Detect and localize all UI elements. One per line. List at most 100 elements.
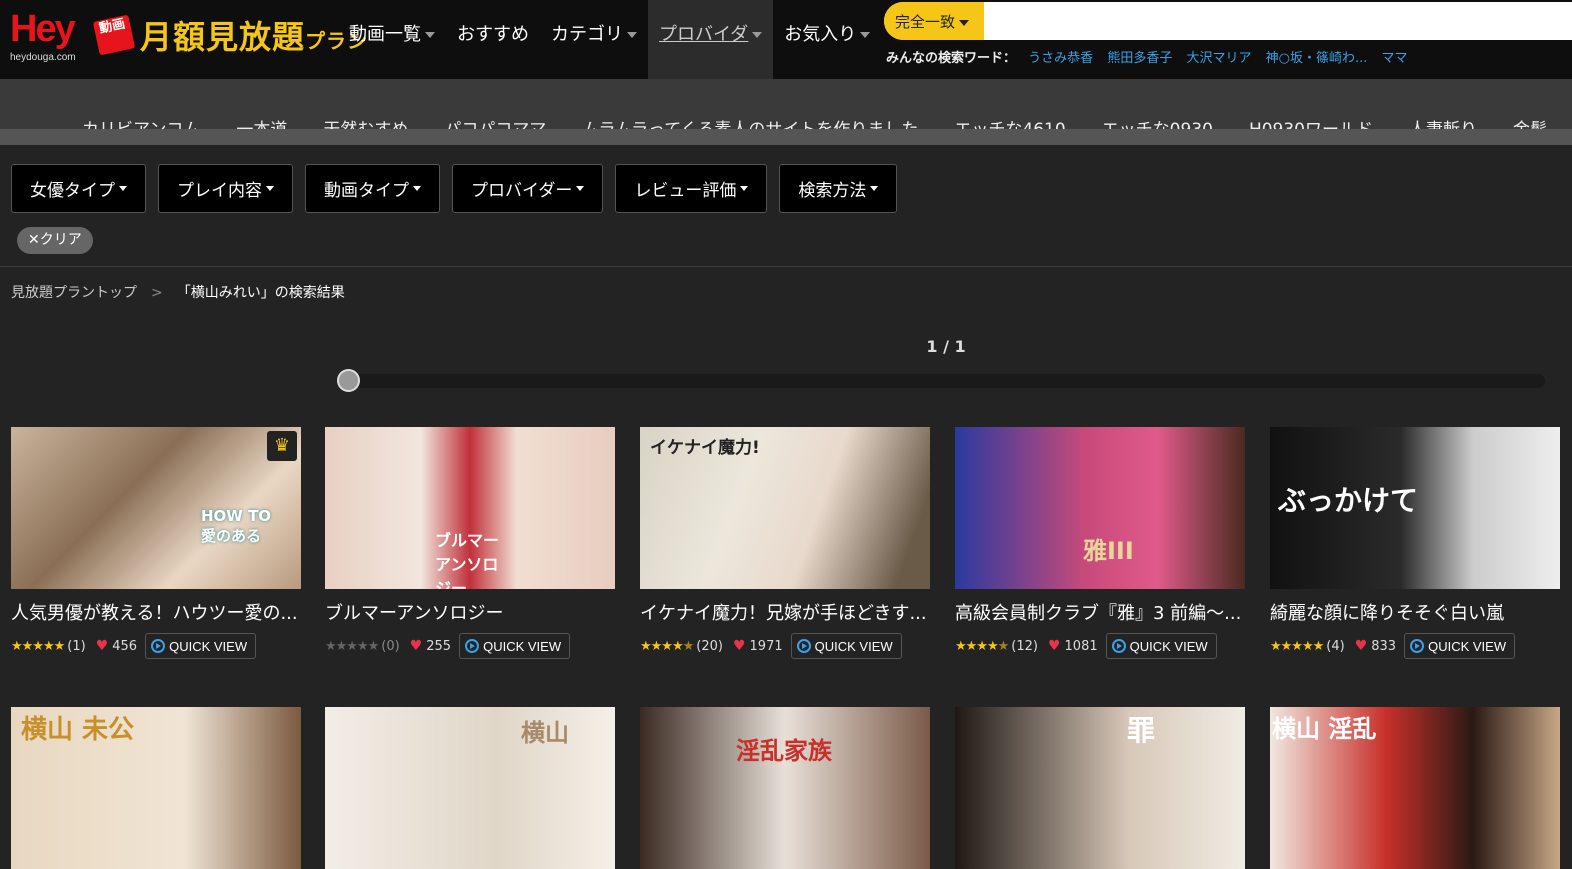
filter-label: レビュー評価 <box>634 181 737 201</box>
video-title[interactable]: ブルマーアンソロジー <box>325 599 615 625</box>
heart-icon[interactable]: ♥ <box>733 638 746 654</box>
search-mode-select[interactable]: 完全一致 <box>884 2 984 40</box>
chevron-down-icon <box>959 19 970 26</box>
filter-review-rating[interactable]: レビュー評価 <box>615 164 768 213</box>
nav-item-favorites[interactable]: お気入り <box>773 0 881 79</box>
video-thumbnail[interactable]: ブルマー アンソロジー <box>325 427 615 589</box>
video-title[interactable]: 高級会員制クラブ『雅』3 前編～... <box>955 599 1245 625</box>
video-card[interactable]: イケナイ魔力! イケナイ魔力！兄嫁が手ほどきす... ★★★★★ (20) ♥ … <box>640 427 930 659</box>
popular-word-link[interactable]: 神○坂・篠崎わ... <box>1266 51 1368 66</box>
thumbnail-caption: イケナイ魔力! <box>650 438 760 458</box>
review-count: (4) <box>1326 638 1345 654</box>
star-rating: ★★★★★ <box>955 638 1009 654</box>
clear-filters-button[interactable]: ✕クリア <box>17 227 93 254</box>
video-card[interactable]: 雅III 高級会員制クラブ『雅』3 前編～... ★★★★★ (12) ♥ 10… <box>955 427 1245 659</box>
thumbnail-caption: 雅III <box>1083 537 1134 565</box>
video-title[interactable]: イケナイ魔力！兄嫁が手ほどきす... <box>640 599 930 625</box>
video-thumbnail[interactable]: 淫乱家族 <box>640 707 930 869</box>
video-thumbnail[interactable]: 横山 淫乱 <box>1270 707 1560 869</box>
popular-word-link[interactable]: 熊田多香子 <box>1107 51 1172 66</box>
quick-view-button[interactable]: QUICK VIEW <box>459 633 571 659</box>
popular-search-words: みんなの検索ワード： うさみ恭香 熊田多香子 大沢マリア 神○坂・篠崎わ... … <box>886 47 1418 66</box>
popular-word-link[interactable]: ママ <box>1382 51 1408 66</box>
thumbnail-caption: 横山 未公 <box>21 715 135 745</box>
thumbnail-caption: 横山 <box>521 719 569 747</box>
video-meta: ★★★★★ (1) ♥ 456 QUICK VIEW <box>11 633 301 659</box>
pagination-slider-handle[interactable] <box>337 369 360 392</box>
chevron-down-icon <box>119 186 127 191</box>
video-title[interactable]: 綺麗な顔に降りそそぐ白い嵐 <box>1270 599 1560 625</box>
video-thumbnail[interactable]: イケナイ魔力! <box>640 427 930 589</box>
quick-view-button[interactable]: QUICK VIEW <box>145 633 257 659</box>
filter-provider[interactable]: プロバイダー <box>452 164 604 213</box>
popular-word-link[interactable]: うさみ恭香 <box>1028 51 1093 66</box>
video-thumbnail[interactable]: 横山 未公 <box>11 707 301 869</box>
nav-item-provider[interactable]: プロバイダ <box>648 0 774 79</box>
like-count: 833 <box>1371 638 1397 654</box>
video-title[interactable]: 人気男優が教える！ハウツー愛の... <box>11 599 301 625</box>
chevron-down-icon <box>870 186 879 191</box>
nav-label: カテゴリ <box>551 24 623 45</box>
video-card[interactable]: 罪 <box>955 707 1245 869</box>
popular-word-link[interactable]: 大沢マリア <box>1186 51 1251 66</box>
play-icon <box>1410 639 1425 653</box>
filter-play-content[interactable]: プレイ内容 <box>158 164 293 213</box>
provider-strip-scrollbar[interactable] <box>0 129 1572 145</box>
quick-view-label: QUICK VIEW <box>1129 638 1208 654</box>
nav-item-category[interactable]: カテゴリ <box>540 0 648 79</box>
nav-item-videos[interactable]: 動画一覧 <box>338 0 446 79</box>
top-bar: Hey 動画 heydouga.com 月額見放題プラン 動画一覧 おすすめ カ… <box>0 0 1572 79</box>
filter-actress-type[interactable]: 女優タイプ <box>11 164 146 213</box>
review-count: (0) <box>381 638 400 654</box>
video-thumbnail[interactable]: HOW TO 愛のある ♛ <box>11 427 301 589</box>
nav-label: お気入り <box>784 24 857 45</box>
chevron-down-icon <box>752 32 763 38</box>
site-logo[interactable]: Hey 動画 heydouga.com <box>10 8 136 63</box>
video-thumbnail[interactable]: 横山 <box>325 707 615 869</box>
heart-icon[interactable]: ♥ <box>1048 638 1061 654</box>
quick-view-button[interactable]: QUICK VIEW <box>1105 633 1217 659</box>
thumbnail-caption: HOW TO 愛のある <box>201 507 272 545</box>
filter-bar: 女優タイプ プレイ内容 動画タイプ プロバイダー レビュー評価 検索方法 <box>11 164 898 213</box>
video-card[interactable]: 横山 淫乱 <box>1270 707 1560 869</box>
filter-label: 検索方法 <box>798 181 867 201</box>
video-card[interactable]: 淫乱家族 <box>640 707 930 869</box>
chevron-down-icon <box>860 32 871 38</box>
filter-label: 動画タイプ <box>324 181 409 201</box>
video-meta: ★★★★★ (0) ♥ 255 QUICK VIEW <box>325 633 615 659</box>
crown-icon: ♛ <box>267 431 297 461</box>
video-thumbnail[interactable]: 雅III <box>955 427 1245 589</box>
search-input[interactable] <box>986 6 1566 36</box>
search-bar: 完全一致 <box>884 2 1572 40</box>
heart-icon[interactable]: ♥ <box>410 638 423 654</box>
nav-label: プロバイダ <box>659 24 749 45</box>
play-icon <box>796 639 811 653</box>
video-card[interactable]: ぶっかけて 綺麗な顔に降りそそぐ白い嵐 ★★★★★ (4) ♥ 833 QUIC… <box>1270 427 1560 659</box>
video-card[interactable]: ブルマー アンソロジー ブルマーアンソロジー ★★★★★ (0) ♥ 255 Q… <box>325 427 615 659</box>
divider <box>0 266 1572 267</box>
breadcrumb-home-link[interactable]: 見放題プラントップ <box>11 285 137 301</box>
filter-video-type[interactable]: 動画タイプ <box>305 164 440 213</box>
video-thumbnail[interactable]: 罪 <box>955 707 1245 869</box>
video-card[interactable]: 横山 <box>325 707 615 869</box>
heart-icon[interactable]: ♥ <box>96 638 109 654</box>
chevron-down-icon <box>740 186 749 191</box>
popular-label: みんなの検索ワード： <box>886 51 1017 66</box>
quick-view-button[interactable]: QUICK VIEW <box>790 633 902 659</box>
video-meta: ★★★★★ (12) ♥ 1081 QUICK VIEW <box>955 633 1245 659</box>
chevron-down-icon <box>576 186 585 191</box>
quick-view-button[interactable]: QUICK VIEW <box>1404 633 1516 659</box>
star-rating: ★★★★★ <box>11 638 65 654</box>
plan-banner[interactable]: 月額見放題プラン <box>140 12 368 58</box>
video-card[interactable]: HOW TO 愛のある ♛ 人気男優が教える！ハウツー愛の... ★★★★★ (… <box>11 427 301 659</box>
star-rating: ★★★★★ <box>1270 638 1324 654</box>
like-count: 1971 <box>749 638 783 654</box>
heart-icon[interactable]: ♥ <box>1355 638 1368 654</box>
nav-label: おすすめ <box>457 24 529 45</box>
play-icon <box>465 639 480 653</box>
filter-search-method[interactable]: 検索方法 <box>779 164 898 213</box>
pagination-slider-track[interactable] <box>340 374 1545 388</box>
video-thumbnail[interactable]: ぶっかけて <box>1270 427 1560 589</box>
video-card[interactable]: 横山 未公 <box>11 707 301 869</box>
nav-item-recommended[interactable]: おすすめ <box>446 0 540 79</box>
